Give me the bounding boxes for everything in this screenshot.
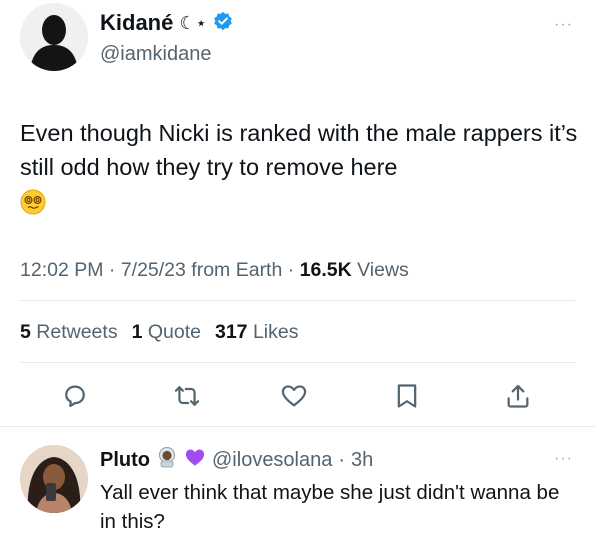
bookmark-icon[interactable]	[389, 378, 425, 414]
astronaut-emoji-icon	[156, 446, 178, 474]
like-icon[interactable]	[276, 378, 312, 414]
likes-count: 317	[214, 321, 248, 343]
author-handle[interactable]: @iamkidane	[100, 43, 211, 66]
reply-more-options-icon[interactable]: ···	[554, 450, 573, 468]
reply-author-avatar[interactable]	[20, 445, 88, 513]
reply-author-name[interactable]: Pluto	[100, 449, 150, 472]
retweets-stat[interactable]: 5 Retweets	[20, 321, 118, 344]
retweets-label: Retweets	[36, 321, 118, 343]
reply-separator: ·	[338, 448, 346, 471]
quotes-count: 1	[131, 321, 143, 343]
likes-label: Likes	[252, 321, 299, 343]
quotes-stat[interactable]: 1 Quote	[132, 321, 201, 344]
retweets-count: 5	[20, 321, 31, 343]
divider	[20, 300, 575, 301]
tweet-time[interactable]: 12:02 PM	[20, 259, 103, 281]
action-bar	[0, 378, 595, 418]
reply-text: Yall ever think that maybe she just didn…	[100, 481, 560, 533]
author-avatar[interactable]	[20, 3, 88, 71]
tweet-source: from Earth	[191, 259, 283, 281]
author-name-decoration: ☾⋆	[179, 12, 207, 33]
views-count: 16.5K	[299, 259, 352, 281]
reply-time[interactable]: 3h	[351, 449, 373, 472]
divider	[0, 426, 595, 427]
tweet-text-content: Even though Nicki is ranked with the mal…	[20, 120, 578, 180]
tweet-text: Even though Nicki is ranked with the mal…	[20, 116, 580, 218]
reply-author-handle[interactable]: @ilovesolana	[212, 449, 332, 472]
quotes-label: Quote	[147, 321, 201, 343]
engagement-stats: 5 Retweets 1 Quote 317 Likes	[20, 321, 298, 344]
tweet-date[interactable]: 7/25/23	[121, 259, 186, 281]
likes-stat[interactable]: 317 Likes	[215, 321, 299, 344]
author-name[interactable]: Kidané	[100, 10, 173, 36]
retweet-icon[interactable]	[169, 378, 205, 414]
tweet-meta: 12:02 PM · 7/25/23 from Earth · 16.5K Vi…	[20, 259, 409, 281]
more-options-icon[interactable]: ···	[554, 16, 573, 34]
views-label: Views	[357, 259, 409, 281]
face-with-spiral-eyes-icon	[20, 189, 46, 215]
share-icon[interactable]	[500, 378, 536, 414]
purple-heart-icon	[184, 447, 206, 473]
divider	[20, 362, 575, 363]
verified-badge-icon	[213, 11, 233, 36]
reply-icon[interactable]	[57, 378, 93, 414]
